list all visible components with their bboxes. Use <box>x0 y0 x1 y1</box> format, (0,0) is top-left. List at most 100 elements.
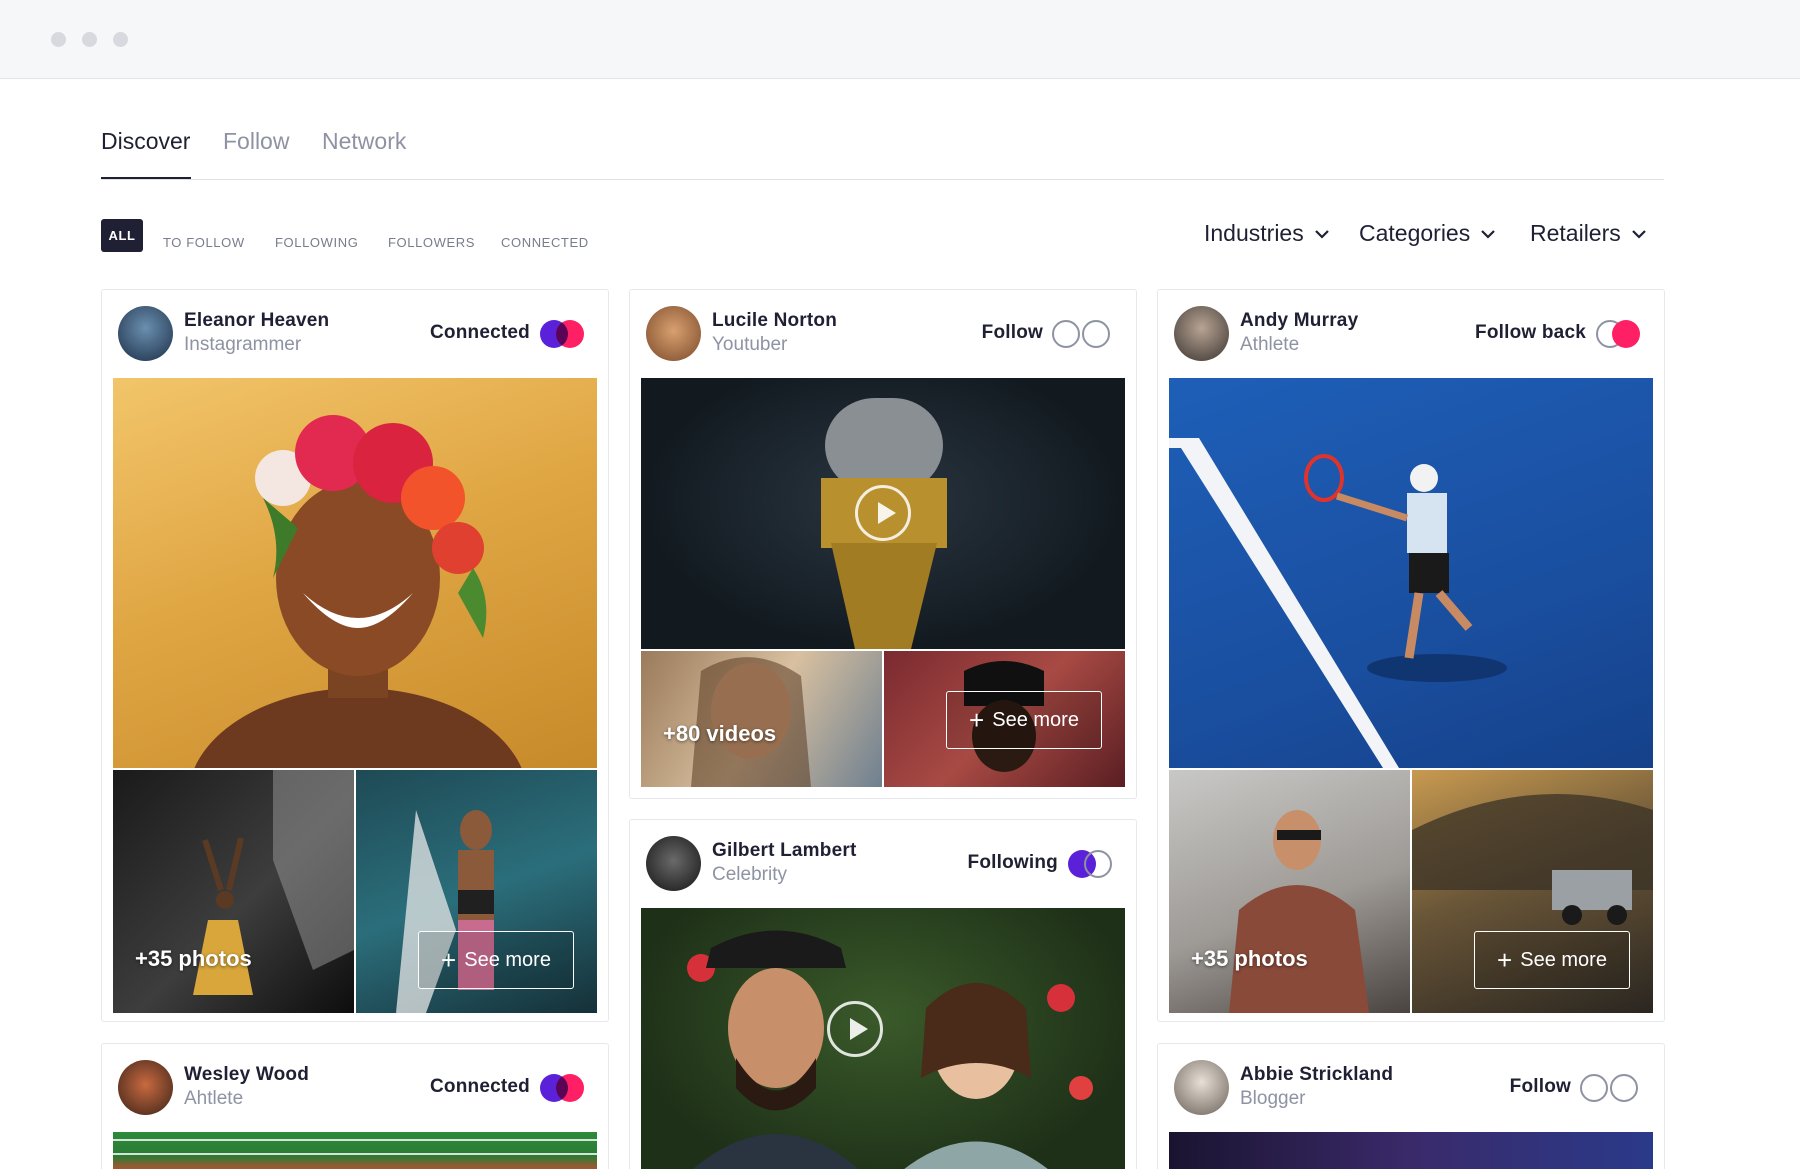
industries-dropdown[interactable]: Industries <box>1204 220 1330 247</box>
filter-connected[interactable]: CONNECTED <box>501 235 589 250</box>
follow-toggle[interactable] <box>1580 1074 1638 1102</box>
profile-name[interactable]: Eleanor Heaven <box>184 310 329 332</box>
profile-card: Eleanor Heaven Instagrammer Connected +3… <box>101 289 609 1022</box>
follow-toggle[interactable] <box>1052 320 1110 348</box>
avatar[interactable] <box>118 306 173 361</box>
thumbnail-photo[interactable]: + See more <box>1412 770 1653 1013</box>
avatar[interactable] <box>1174 1060 1229 1115</box>
avatar[interactable] <box>646 306 701 361</box>
profile-name[interactable]: Gilbert Lambert <box>712 840 856 862</box>
tab-follow[interactable]: Follow <box>223 128 289 155</box>
connection-status: Following <box>967 852 1058 873</box>
field-illustration <box>113 1139 597 1155</box>
thumbnail-photo[interactable]: +35 photos <box>113 770 354 1013</box>
thumbnail-photo[interactable]: +35 photos <box>1169 770 1410 1013</box>
categories-label: Categories <box>1359 220 1471 246</box>
see-more-label: See more <box>1520 948 1607 971</box>
categories-dropdown[interactable]: Categories <box>1359 220 1496 247</box>
following-toggle[interactable] <box>1068 850 1112 878</box>
tennis-court-illustration <box>1169 438 1507 768</box>
connection-status: Follow back <box>1475 322 1586 343</box>
chevron-down-icon <box>1481 229 1496 239</box>
chevron-down-icon <box>1314 229 1329 239</box>
plus-icon: + <box>969 705 985 735</box>
avatar[interactable] <box>646 836 701 891</box>
toggle-knob-right <box>556 1074 584 1102</box>
filter-to-follow[interactable]: TO FOLLOW <box>163 235 245 250</box>
connection-toggle[interactable] <box>540 320 584 348</box>
toggle-ring-right <box>1082 320 1110 348</box>
plus-icon: + <box>1497 945 1513 975</box>
filter-followers[interactable]: FOLLOWERS <box>388 235 475 250</box>
avatar[interactable] <box>118 1060 173 1115</box>
profile-card: Lucile Norton Youtuber Follow +80 videos… <box>629 289 1137 799</box>
see-more-button[interactable]: + See more <box>1474 931 1630 989</box>
thumbnail-photo[interactable]: + See more <box>356 770 597 1013</box>
industries-label: Industries <box>1204 220 1304 246</box>
see-more-label: See more <box>464 948 551 971</box>
photo-count: +35 photos <box>135 946 252 971</box>
avatar[interactable] <box>1174 306 1229 361</box>
toggle-ring-right <box>1610 1074 1638 1102</box>
main-tabs: Discover Follow Network <box>101 120 1664 180</box>
profile-card: Wesley Wood Ahtlete Connected <box>101 1043 609 1169</box>
profile-role: Blogger <box>1240 1088 1306 1109</box>
active-tab-indicator <box>101 177 191 179</box>
profile-name[interactable]: Lucile Norton <box>712 310 837 332</box>
profile-role: Athlete <box>1240 334 1300 355</box>
window-close-dot[interactable] <box>51 32 66 47</box>
connection-status: Connected <box>430 322 530 343</box>
profile-name[interactable]: Andy Murray <box>1240 310 1358 332</box>
main-photo[interactable] <box>1169 1132 1653 1169</box>
couple-portrait <box>687 930 1093 1169</box>
thumbnail-photo[interactable]: +80 videos <box>641 651 882 787</box>
plus-icon: + <box>441 945 457 975</box>
profile-role: Ahtlete <box>184 1088 244 1109</box>
chevron-down-icon <box>1631 229 1646 239</box>
main-photo[interactable] <box>113 1132 597 1169</box>
window-maximize-dot[interactable] <box>113 32 128 47</box>
portrait-illustration <box>194 415 522 768</box>
profile-role: Youtuber <box>712 334 788 355</box>
toggle-ring-left <box>1580 1074 1608 1102</box>
main-photo[interactable] <box>113 378 597 768</box>
tab-discover[interactable]: Discover <box>101 128 190 155</box>
filter-following[interactable]: FOLLOWING <box>275 235 358 250</box>
toggle-ring-right <box>1084 850 1112 878</box>
toggle-knob-right <box>1612 320 1640 348</box>
toggle-ring-left <box>1052 320 1080 348</box>
connection-status: Follow <box>981 322 1043 343</box>
play-icon[interactable] <box>855 485 911 541</box>
connection-status: Follow <box>1509 1076 1571 1097</box>
follow-back-toggle[interactable] <box>1596 320 1640 348</box>
retailers-dropdown[interactable]: Retailers <box>1530 220 1647 247</box>
profile-card: Abbie Strickland Blogger Follow <box>1157 1043 1665 1169</box>
see-more-label: See more <box>992 708 1079 731</box>
browser-chrome <box>0 0 1800 79</box>
see-more-button[interactable]: + See more <box>418 931 574 989</box>
man-portrait <box>1229 810 1369 1013</box>
main-photo[interactable] <box>1169 378 1653 768</box>
thumbnail-photo[interactable]: + See more <box>884 651 1125 787</box>
video-count: +80 videos <box>663 721 777 746</box>
profile-name[interactable]: Wesley Wood <box>184 1064 309 1086</box>
toggle-knob-right <box>556 320 584 348</box>
profile-card: Gilbert Lambert Celebrity Following <box>629 819 1137 1169</box>
profile-card: Andy Murray Athlete Follow back +35 phot… <box>1157 289 1665 1022</box>
play-icon[interactable] <box>827 1001 883 1057</box>
dancer-silhouette <box>193 770 354 995</box>
window-minimize-dot[interactable] <box>82 32 97 47</box>
profile-role: Instagrammer <box>184 334 302 355</box>
tab-network[interactable]: Network <box>322 128 406 155</box>
profile-role: Celebrity <box>712 864 787 885</box>
woman-portrait <box>691 657 811 787</box>
filter-all[interactable]: ALL <box>101 219 143 252</box>
photo-count: +35 photos <box>1191 946 1308 971</box>
see-more-button[interactable]: + See more <box>946 691 1102 749</box>
retailers-label: Retailers <box>1530 220 1621 246</box>
connection-status: Connected <box>430 1076 530 1097</box>
profile-name[interactable]: Abbie Strickland <box>1240 1064 1393 1086</box>
video-thumbnail[interactable] <box>641 378 1125 649</box>
connection-toggle[interactable] <box>540 1074 584 1102</box>
video-thumbnail[interactable] <box>641 908 1125 1169</box>
